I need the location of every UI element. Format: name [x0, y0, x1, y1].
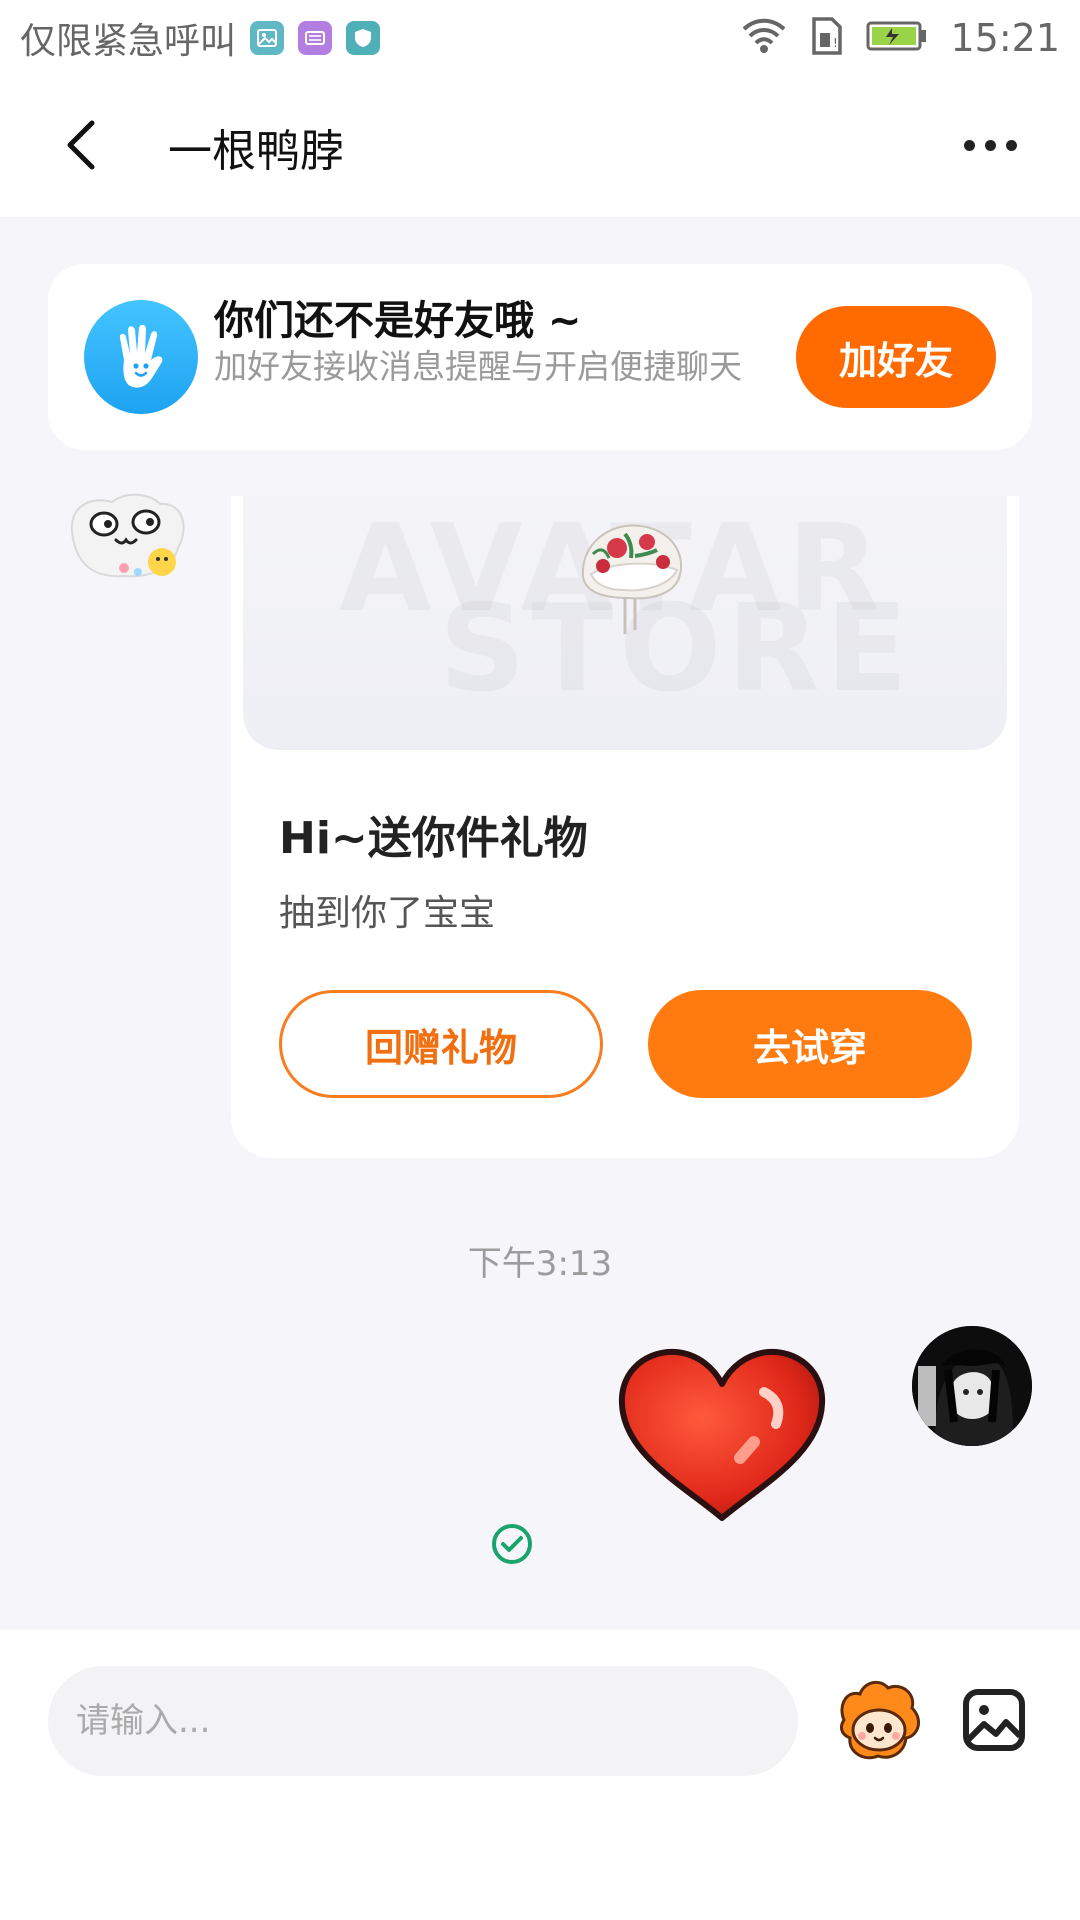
sticker-face-icon [840, 1680, 921, 1760]
gift-message-card[interactable]: AVATAR STORE Hi~送你件礼物 抽到你了宝宝 回赠礼物 去试穿 [231, 496, 1019, 1158]
wifi-icon [740, 17, 788, 59]
sim-icon: ! [810, 16, 844, 59]
status-bar: 仅限紧急呼叫 ! 15:21 [0, 0, 1080, 75]
image-button[interactable] [960, 1686, 1028, 1754]
read-check-icon [490, 1522, 534, 1566]
heart-icon [618, 1348, 826, 1521]
add-friend-button[interactable]: 加好友 [796, 306, 996, 408]
more-dots-icon [963, 139, 975, 151]
emoji-button[interactable] [834, 1676, 924, 1766]
message-timestamp: 下午3:13 [467, 1244, 613, 1284]
banner-title: 你们还不是好友哦 ~ [214, 298, 582, 344]
more-button[interactable] [950, 113, 1030, 177]
status-right: ! 15:21 [740, 16, 1060, 60]
battery-icon [866, 19, 928, 57]
back-button[interactable] [50, 113, 114, 177]
gift-description: 抽到你了宝宝 [279, 893, 496, 934]
banner-subtitle: 加好友接收消息提醒与开启便捷聊天 [214, 347, 742, 386]
sender-avatar[interactable] [64, 492, 188, 586]
chevron-left-icon [67, 120, 95, 170]
message-input[interactable] [48, 1666, 798, 1776]
image-icon [963, 1689, 1025, 1751]
svg-text:!: ! [833, 36, 838, 50]
clock-time: 15:21 [950, 15, 1060, 60]
wave-hand-icon [84, 300, 198, 414]
heart-sticker[interactable] [614, 1346, 830, 1528]
status-left: 仅限紧急呼叫 [20, 12, 381, 64]
gallery-notif-icon [250, 20, 285, 55]
shield-notif-icon [346, 20, 381, 55]
more-dot [984, 139, 996, 151]
gift-preview-image[interactable]: AVATAR STORE [243, 496, 1007, 750]
chat-header: 一根鸭脖 [0, 75, 1080, 217]
not-friend-banner: 你们还不是好友哦 ~ 加好友接收消息提醒与开启便捷聊天 加好友 [48, 264, 1032, 450]
carrier-text: 仅限紧急呼叫 [20, 20, 237, 62]
more-dot [1005, 139, 1017, 151]
my-avatar[interactable] [912, 1326, 1032, 1446]
return-gift-button[interactable]: 回赠礼物 [279, 990, 603, 1098]
keyboard-notif-icon [298, 20, 333, 55]
input-bar [0, 1630, 1080, 1920]
gift-title: Hi~送你件礼物 [279, 813, 588, 864]
chat-title: 一根鸭脖 [168, 126, 344, 177]
try-on-button[interactable]: 去试穿 [648, 990, 972, 1098]
gift-hat-image [581, 524, 682, 634]
